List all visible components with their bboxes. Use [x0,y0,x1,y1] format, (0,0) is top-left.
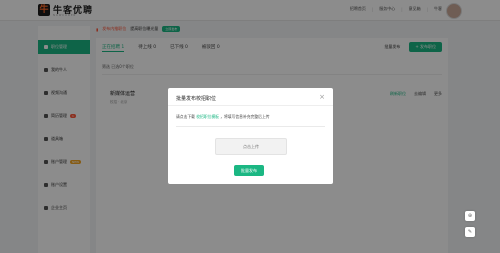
desc-prefix: 请点击下载 [176,114,195,119]
upload-button[interactable]: 点击上传 [215,138,287,155]
modal-divider [176,126,325,127]
close-icon[interactable]: × [319,93,325,101]
template-download-link[interactable]: 校招职位模板 [196,114,219,119]
modal-header-divider [168,105,333,106]
edit-icon[interactable]: ✎ [465,227,475,237]
modal-title: 批量发布校招职位 [176,96,217,102]
bulk-publish-modal: 批量发布校招职位 × 请点击下载 校招职位模板 ，将填写信息补充完整后上传 点击… [168,88,333,184]
desc-suffix: ，将填写信息补充完整后上传 [220,114,270,119]
submit-bulk-publish-button[interactable]: 批量发布 [234,165,264,176]
modal-description: 请点击下载 校招职位模板 ，将填写信息补充完整后上传 [176,114,270,120]
add-icon[interactable]: ⊕ [465,211,475,221]
